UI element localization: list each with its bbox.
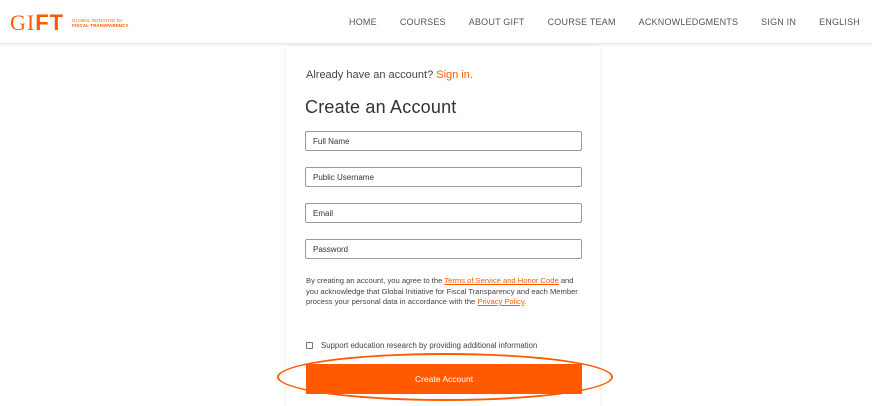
- full-name-field[interactable]: [305, 131, 582, 151]
- already-have-account: Already have an account? Sign in.: [306, 69, 473, 81]
- gift-logo[interactable]: GIFT GLOBAL INITIATIVE for FISCAL TRANSP…: [10, 12, 129, 34]
- email-field[interactable]: [305, 203, 582, 223]
- logo-wordmark: GIFT: [10, 10, 65, 35]
- nav-language[interactable]: ENGLISH: [819, 17, 860, 27]
- password-field[interactable]: [305, 239, 582, 259]
- top-navigation-bar: GIFT GLOBAL INITIATIVE for FISCAL TRANSP…: [0, 0, 872, 44]
- nav-course-team[interactable]: COURSE TEAM: [548, 17, 616, 27]
- research-opt-in: Support education research by providing …: [306, 341, 537, 350]
- nav-about-gift[interactable]: ABOUT GIFT: [469, 17, 525, 27]
- main-nav: HOME COURSES ABOUT GIFT COURSE TEAM ACKN…: [326, 0, 860, 44]
- nav-acknowledgments[interactable]: ACKNOWLEDGMENTS: [639, 17, 739, 27]
- nav-home[interactable]: HOME: [349, 17, 377, 27]
- create-account-button[interactable]: Create Account: [306, 364, 582, 394]
- nav-courses[interactable]: COURSES: [400, 17, 446, 27]
- username-field[interactable]: [305, 167, 582, 187]
- terms-notice: By creating an account, you agree to the…: [306, 276, 578, 306]
- privacy-policy-link[interactable]: Privacy Policy: [477, 297, 524, 306]
- sign-in-link[interactable]: Sign in.: [436, 69, 473, 81]
- logo-subtitle: GLOBAL INITIATIVE for FISCAL TRANSPARENC…: [72, 18, 129, 28]
- research-opt-in-checkbox[interactable]: [306, 342, 313, 349]
- page-title: Create an Account: [305, 97, 457, 117]
- research-opt-in-label[interactable]: Support education research by providing …: [321, 341, 537, 350]
- terms-of-service-link[interactable]: Terms of Service and Honor Code: [444, 276, 558, 285]
- register-card: Already have an account? Sign in. Create…: [286, 46, 600, 406]
- nav-sign-in[interactable]: SIGN IN: [761, 17, 796, 27]
